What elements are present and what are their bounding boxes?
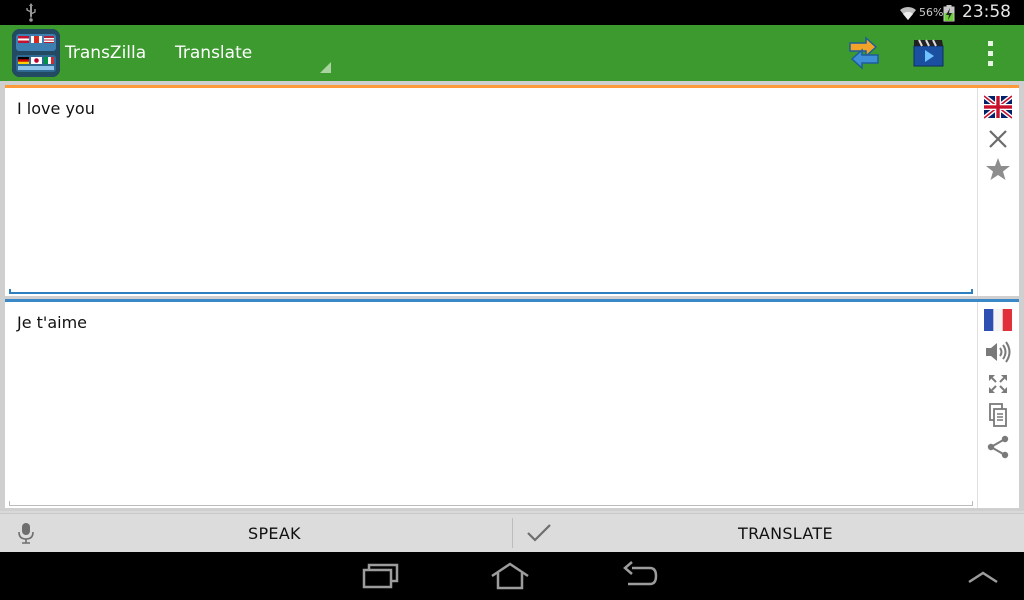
translate-label: TRANSLATE xyxy=(738,524,833,543)
app-logo-icon[interactable] xyxy=(12,29,60,77)
usb-icon xyxy=(26,3,36,22)
battery-percent: 56% xyxy=(919,6,944,19)
uk-flag-icon[interactable] xyxy=(984,95,1012,119)
battery-charging-icon xyxy=(943,5,955,22)
back-icon[interactable] xyxy=(620,560,660,592)
spinner-arrow-icon xyxy=(320,62,331,73)
favorite-star-icon[interactable] xyxy=(984,157,1012,181)
source-text: I love you xyxy=(17,99,95,118)
share-icon[interactable] xyxy=(984,435,1012,459)
system-navigation-bar xyxy=(0,552,1024,600)
status-bar: 56% 23:58 xyxy=(0,0,1024,25)
overflow-menu-icon[interactable] xyxy=(988,39,994,69)
translation-area: I love you Je t'aime xyxy=(0,81,1024,511)
microphone-icon xyxy=(18,523,34,544)
target-panel: Je t'aime xyxy=(5,299,1019,508)
source-input-underline xyxy=(9,289,973,294)
target-output-underline xyxy=(9,501,973,506)
wifi-icon xyxy=(900,6,916,20)
recent-apps-icon[interactable] xyxy=(360,560,400,592)
copy-icon[interactable] xyxy=(984,403,1012,427)
source-sidebar xyxy=(977,88,1019,296)
video-icon[interactable] xyxy=(911,35,947,71)
translate-button[interactable]: TRANSLATE xyxy=(513,514,1024,552)
speak-label: SPEAK xyxy=(248,524,301,543)
clear-icon[interactable] xyxy=(984,127,1012,151)
target-text: Je t'aime xyxy=(17,313,87,332)
checkmark-icon xyxy=(527,524,551,542)
source-text-input[interactable]: I love you xyxy=(5,88,977,296)
action-bar: TransZilla Translate xyxy=(0,25,1024,81)
target-sidebar xyxy=(977,302,1019,508)
bottom-action-bar: SPEAK TRANSLATE xyxy=(0,513,1024,552)
fullscreen-icon[interactable] xyxy=(984,372,1012,396)
speak-button[interactable]: SPEAK xyxy=(0,514,511,552)
source-panel: I love you xyxy=(5,85,1019,296)
chevron-up-icon[interactable] xyxy=(963,560,1003,592)
app-title: TransZilla xyxy=(65,43,147,63)
target-text-output[interactable]: Je t'aime xyxy=(5,302,977,508)
speaker-icon[interactable] xyxy=(984,340,1012,364)
france-flag-icon[interactable] xyxy=(984,308,1012,332)
home-icon[interactable] xyxy=(490,560,530,592)
swap-languages-icon[interactable] xyxy=(846,35,882,71)
clock: 23:58 xyxy=(962,2,1011,22)
mode-spinner[interactable]: Translate xyxy=(175,43,252,63)
